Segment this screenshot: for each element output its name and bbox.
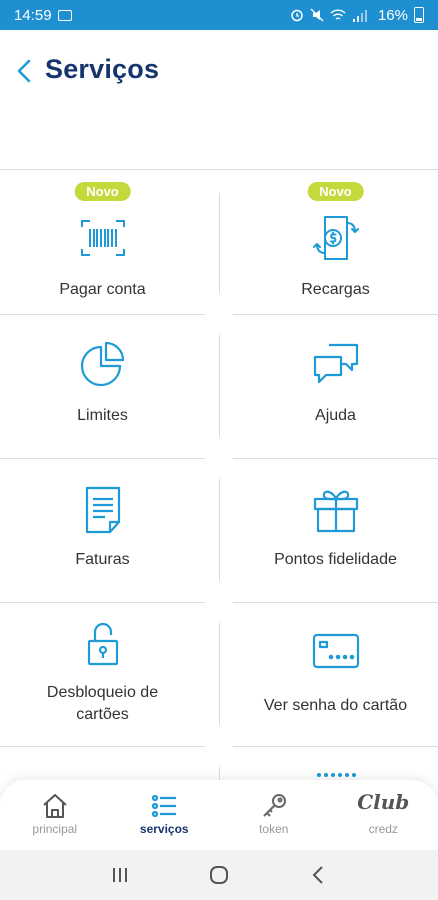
nav-servicos[interactable]: serviços xyxy=(110,780,220,850)
divider xyxy=(219,335,220,437)
service-label: Pontos fidelidade xyxy=(274,551,397,568)
battery-icon xyxy=(414,7,424,23)
list-icon xyxy=(152,794,177,818)
service-label: Limites xyxy=(77,407,128,424)
alarm-icon xyxy=(291,9,303,22)
service-label: Ajuda xyxy=(315,407,356,424)
service-label: Ver senha do cartão xyxy=(263,697,408,714)
new-badge: Novo xyxy=(74,182,131,201)
bottom-navigation: principal serviços token Club credz xyxy=(0,780,438,850)
service-ver-senha-cartao[interactable]: Ver senha do cartão xyxy=(233,603,438,747)
service-limites[interactable]: Limites xyxy=(0,315,205,459)
nav-credz[interactable]: Club credz xyxy=(329,780,438,850)
home-button[interactable] xyxy=(204,860,234,890)
nav-label: serviços xyxy=(139,822,189,836)
nav-token[interactable]: token xyxy=(219,780,329,850)
card-password-icon xyxy=(312,633,359,669)
page-title: Serviços xyxy=(45,54,160,84)
divider xyxy=(219,479,220,581)
service-faturas[interactable]: Faturas xyxy=(0,459,205,603)
wifi-icon xyxy=(330,8,346,20)
system-navigation-bar xyxy=(0,850,438,900)
home-icon xyxy=(43,794,67,818)
gift-icon xyxy=(313,490,358,533)
status-bar: 14:59 16% xyxy=(0,0,438,30)
row-divider xyxy=(233,746,438,747)
battery-percent: 16% xyxy=(377,6,408,24)
service-label: Recargas xyxy=(301,281,370,298)
divider xyxy=(219,193,220,293)
new-badge: Novo xyxy=(307,182,364,201)
recent-apps-icon xyxy=(112,868,127,882)
club-logo: Club xyxy=(357,790,410,814)
nav-label: principal xyxy=(32,822,78,836)
service-label: Faturas xyxy=(75,551,130,568)
home-circle-icon xyxy=(209,866,228,884)
unlock-icon xyxy=(87,622,118,666)
service-label: Pagar conta xyxy=(59,281,146,298)
recent-apps-button[interactable] xyxy=(105,860,135,890)
services-grid: Novo Pagar conta Novo Recargas Limites A… xyxy=(0,171,438,791)
notification-icon xyxy=(57,9,72,21)
back-button[interactable] xyxy=(303,860,333,890)
back-arrow-icon xyxy=(312,866,324,884)
nav-label: token xyxy=(259,822,289,836)
partial-service-icon xyxy=(317,773,356,777)
service-pontos-fidelidade[interactable]: Pontos fidelidade xyxy=(233,459,438,603)
nav-label: credz xyxy=(368,822,398,836)
service-desbloqueio-cartoes[interactable]: Desbloqueio de cartões xyxy=(0,603,205,747)
barcode-scan-icon xyxy=(80,220,125,256)
divider xyxy=(219,623,220,725)
service-recargas[interactable]: Novo Recargas xyxy=(233,171,438,315)
signal-icon xyxy=(352,9,367,22)
row-divider xyxy=(0,746,205,747)
service-pagar-conta[interactable]: Novo Pagar conta xyxy=(0,171,205,315)
document-icon xyxy=(85,486,120,534)
header: Serviços xyxy=(0,30,438,170)
mute-icon xyxy=(310,8,324,22)
key-icon xyxy=(263,794,286,817)
chat-bubbles-icon xyxy=(313,343,358,384)
pie-chart-icon xyxy=(80,341,124,387)
nav-principal[interactable]: principal xyxy=(0,780,110,850)
service-ajuda[interactable]: Ajuda xyxy=(233,315,438,459)
back-chevron-icon[interactable] xyxy=(10,56,40,86)
recharge-icon xyxy=(312,216,359,260)
service-label: Desbloqueio de cartões xyxy=(46,684,159,723)
status-time: 14:59 xyxy=(14,6,52,24)
